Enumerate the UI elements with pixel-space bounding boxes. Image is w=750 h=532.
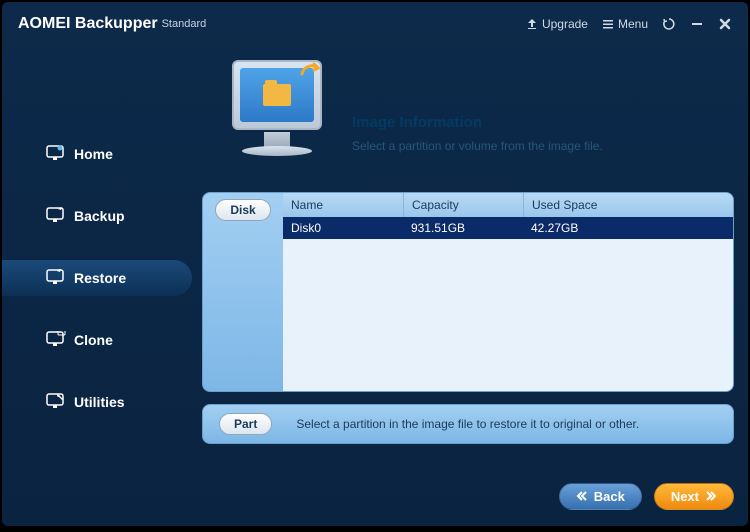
cell-capacity: 931.51GB [403,221,523,235]
close-icon[interactable] [718,17,732,31]
back-label: Back [594,489,625,504]
sidebar-item-utilities[interactable]: Utilities [2,384,182,420]
minimize-icon[interactable] [690,17,704,31]
cell-name: Disk0 [283,221,403,235]
col-header-capacity: Capacity [403,193,523,217]
table-header: Name Capacity Used Space [283,193,733,217]
content-header: Image Information Select a partition or … [352,114,603,153]
app-edition: Standard [162,18,207,30]
clone-icon [46,331,66,350]
page-title: Image Information [352,114,603,131]
monitor-illustration [222,54,342,174]
restore-icon [46,269,66,288]
sidebar-item-label: Utilities [74,394,125,410]
disk-table: Name Capacity Used Space Disk0 931.51GB … [283,193,733,391]
main-panel: Image Information Select a partition or … [182,46,734,512]
chevron-right-icon [703,489,717,504]
col-header-name: Name [283,193,403,217]
part-tab-button[interactable]: Part [219,413,272,435]
footer-buttons: Back Next [559,483,734,510]
chevron-left-icon [576,489,590,504]
backup-icon [46,207,66,226]
disk-panel: Disk Name Capacity Used Space Disk0 931.… [202,192,734,392]
page-subtitle: Select a partition or volume from the im… [352,139,603,153]
upgrade-button[interactable]: Upgrade [526,17,588,31]
table-row[interactable]: Disk0 931.51GB 42.27GB [283,217,733,239]
utilities-icon [46,393,66,412]
restore-arrow-icon [298,60,322,84]
menu-label: Menu [618,17,648,31]
partition-hint: Select a partition in the image file to … [296,417,639,431]
disk-tab-button[interactable]: Disk [215,199,270,221]
sidebar-item-restore[interactable]: Restore [2,260,192,296]
refresh-icon[interactable] [662,17,676,31]
next-button[interactable]: Next [654,483,734,510]
sidebar-item-clone[interactable]: Clone [2,322,182,358]
col-header-used: Used Space [523,193,733,217]
sidebar-item-backup[interactable]: Backup [2,198,182,234]
sidebar: Home Backup Restore Clone Utilities [2,46,182,526]
partition-panel: Part Select a partition in the image fil… [202,404,734,444]
back-button[interactable]: Back [559,483,642,510]
sidebar-item-label: Clone [74,332,113,348]
sidebar-item-home[interactable]: Home [2,136,182,172]
sidebar-item-label: Home [74,146,113,162]
next-label: Next [671,489,699,504]
upgrade-icon [526,18,538,30]
menu-button[interactable]: Menu [602,17,648,31]
app-title: AOMEI Backupper [18,15,158,33]
upgrade-label: Upgrade [542,17,588,31]
home-icon [46,145,66,164]
cell-used: 42.27GB [523,221,733,235]
titlebar: AOMEI Backupper Standard Upgrade Menu [2,2,748,46]
sidebar-item-label: Restore [74,270,126,286]
sidebar-item-label: Backup [74,208,125,224]
menu-icon [602,18,614,30]
